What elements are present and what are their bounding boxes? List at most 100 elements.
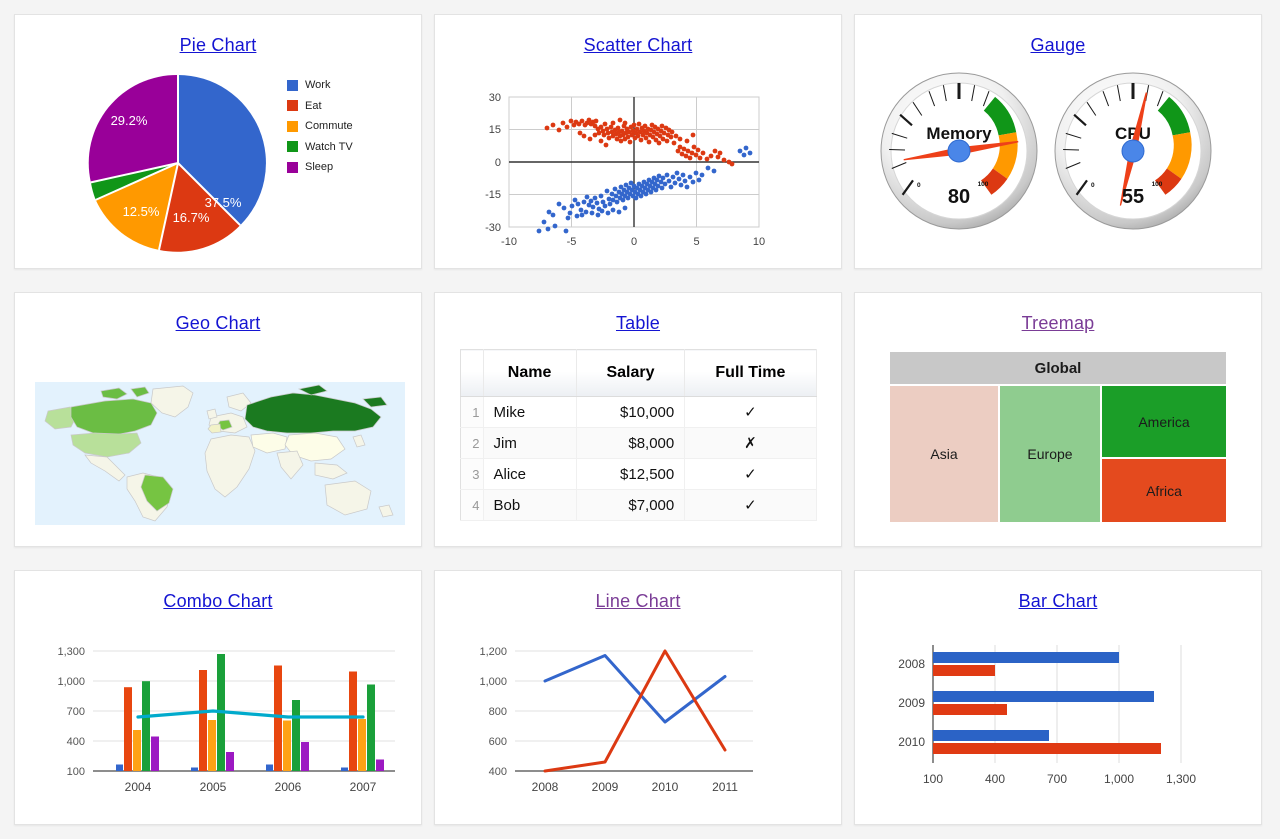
- dashboard-grid: Pie Chart: [0, 0, 1280, 839]
- table-row[interactable]: 2 Jim $8,000 ✗: [460, 428, 816, 459]
- combo-bar-s4: [142, 681, 150, 771]
- geo-chart-plot: [15, 341, 421, 546]
- bar-2010-red[interactable]: [933, 743, 1161, 754]
- line-series-blue[interactable]: [545, 656, 725, 723]
- legend-item-eat[interactable]: Eat: [287, 96, 353, 117]
- line-y-tick-labels: 1,200 1,000 800 600 400: [479, 646, 507, 778]
- table-cell-full-time: ✓: [685, 459, 816, 490]
- card-bar-chart: Bar Chart: [854, 570, 1262, 825]
- svg-text:2004: 2004: [125, 780, 152, 794]
- data-table: Name Salary Full Time 1 Mike $10,000 ✓ 2…: [460, 349, 817, 521]
- treemap-cell-asia[interactable]: Asia: [889, 385, 999, 523]
- combo-group-2004[interactable]: [116, 681, 159, 771]
- bar-category-labels: 2008 2009 2010: [898, 657, 925, 749]
- treemap-title[interactable]: Treemap: [855, 313, 1261, 334]
- combo-group-2007[interactable]: [341, 672, 384, 772]
- gauge-max-label: 100: [978, 181, 989, 188]
- table-cell-name: Bob: [483, 490, 576, 521]
- combo-svg: 1,300 1,000 700 400 100 2004 2005 2006 2…: [15, 619, 422, 825]
- svg-text:0: 0: [631, 236, 637, 248]
- line-gridlines: [515, 651, 753, 741]
- pie-legend: Work Eat Commute Watch TV: [287, 75, 353, 178]
- treemap-cell-america[interactable]: America: [1101, 385, 1227, 458]
- table-title[interactable]: Table: [435, 313, 841, 334]
- gauge-memory[interactable]: 0 100 Memory 80: [881, 73, 1037, 229]
- svg-text:30: 30: [489, 92, 501, 104]
- table-row[interactable]: 4 Bob $7,000 ✓: [460, 490, 816, 521]
- scatter-chart-plot: 30 15 0 -15 -30 -10 -5 0 5 10: [435, 63, 841, 268]
- gauge-plot: 0 100 Memory 80: [855, 63, 1261, 268]
- svg-text:400: 400: [489, 766, 507, 778]
- table-header-rownum[interactable]: [460, 350, 483, 397]
- combo-bar-s5: [226, 752, 234, 771]
- card-table: Table Name Salary Full Time 1 Mike $10,0…: [434, 292, 842, 547]
- treemap-cell-global[interactable]: Global: [889, 351, 1227, 385]
- treemap-cell-europe[interactable]: Europe: [999, 385, 1101, 523]
- svg-text:15: 15: [489, 124, 501, 136]
- bar-chart-title[interactable]: Bar Chart: [855, 591, 1261, 612]
- table-cell-salary: $8,000: [576, 428, 685, 459]
- table-cell-salary: $7,000: [576, 490, 685, 521]
- svg-text:1,300: 1,300: [1166, 772, 1196, 786]
- card-scatter-chart: Scatter Chart: [434, 14, 842, 269]
- svg-text:-10: -10: [501, 236, 517, 248]
- scatter-chart-title[interactable]: Scatter Chart: [435, 35, 841, 56]
- svg-text:5: 5: [693, 236, 699, 248]
- bar-2008-blue[interactable]: [933, 652, 1119, 663]
- bar-2008-red[interactable]: [933, 665, 995, 676]
- bar-2009-red[interactable]: [933, 704, 1007, 715]
- combo-bar-s5: [151, 737, 159, 772]
- card-combo-chart: Combo Chart: [14, 570, 422, 825]
- pie-label-eat: 16.7%: [173, 210, 210, 225]
- table-cell-full-time: ✗: [685, 428, 816, 459]
- combo-bar-s2: [199, 670, 207, 771]
- treemap-cell-label: Asia: [930, 446, 957, 462]
- table-header-full-time[interactable]: Full Time: [685, 350, 816, 397]
- legend-item-sleep[interactable]: Sleep: [287, 157, 353, 178]
- svg-text:400: 400: [67, 736, 85, 748]
- legend-item-commute[interactable]: Commute: [287, 116, 353, 137]
- gauge-title[interactable]: Gauge: [855, 35, 1261, 56]
- combo-bar-s4: [292, 700, 300, 771]
- legend-swatch-icon: [287, 162, 298, 173]
- pie-label-sleep: 29.2%: [111, 113, 148, 128]
- legend-label: Work: [305, 79, 330, 91]
- table-row[interactable]: 1 Mike $10,000 ✓: [460, 397, 816, 428]
- svg-text:100: 100: [67, 766, 85, 778]
- svg-text:100: 100: [923, 772, 943, 786]
- geo-region-uk[interactable]: [207, 409, 217, 419]
- geo-svg: [15, 341, 422, 547]
- combo-chart-title[interactable]: Combo Chart: [15, 591, 421, 612]
- combo-bar-s2: [349, 672, 357, 772]
- table-cell-full-time: ✓: [685, 397, 816, 428]
- line-x-tick-labels: 2008 2009 2010 2011: [532, 780, 739, 794]
- svg-text:800: 800: [489, 706, 507, 718]
- svg-text:2010: 2010: [652, 780, 679, 794]
- bar-chart-plot: 2008 2009 2010 100 400 700 1,000 1,300: [855, 619, 1261, 824]
- table-header-name[interactable]: Name: [483, 350, 576, 397]
- legend-swatch-icon: [287, 121, 298, 132]
- combo-chart-plot: 1,300 1,000 700 400 100 2004 2005 2006 2…: [15, 619, 421, 824]
- pie-chart-title[interactable]: Pie Chart: [15, 35, 421, 56]
- gauge-min-label: 0: [1091, 182, 1095, 189]
- bar-2010-blue[interactable]: [933, 730, 1049, 741]
- gauge-cpu[interactable]: 0 100 CPU 55: [1055, 73, 1211, 229]
- svg-text:2009: 2009: [898, 696, 925, 710]
- gauge-value-memory: 80: [948, 186, 970, 208]
- svg-text:2010: 2010: [898, 735, 925, 749]
- treemap-cell-label: America: [1138, 414, 1189, 430]
- table-row[interactable]: 3 Alice $12,500 ✓: [460, 459, 816, 490]
- legend-item-work[interactable]: Work: [287, 75, 353, 96]
- combo-y-tick-labels: 1,300 1,000 700 400 100: [57, 646, 85, 778]
- legend-item-watch-tv[interactable]: Watch TV: [287, 137, 353, 158]
- bar-2009-blue[interactable]: [933, 691, 1154, 702]
- table-header-salary[interactable]: Salary: [576, 350, 685, 397]
- treemap-cell-africa[interactable]: Africa: [1101, 458, 1227, 523]
- legend-label: Commute: [305, 120, 353, 132]
- geo-chart-title[interactable]: Geo Chart: [15, 313, 421, 334]
- svg-text:1,200: 1,200: [479, 646, 507, 658]
- combo-line-series[interactable]: [138, 711, 363, 717]
- svg-text:2007: 2007: [350, 780, 377, 794]
- svg-text:2008: 2008: [532, 780, 559, 794]
- line-chart-title[interactable]: Line Chart: [435, 591, 841, 612]
